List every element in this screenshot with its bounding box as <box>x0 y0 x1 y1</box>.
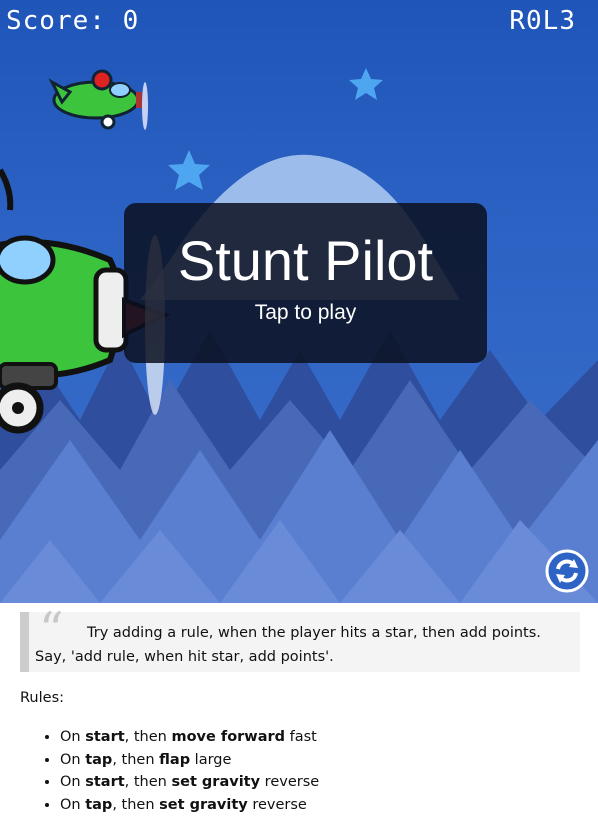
rule-item: On start, then move forward fast <box>60 726 319 749</box>
level-indicator: R0L3 <box>509 6 576 36</box>
rule-item: On tap, then flap large <box>60 749 319 772</box>
refresh-button[interactable] <box>545 549 589 593</box>
game-title: Stunt Pilot <box>124 229 487 293</box>
tap-to-play-text[interactable]: Tap to play <box>124 301 487 325</box>
start-overlay[interactable]: Stunt Pilot Tap to play <box>124 203 487 363</box>
hint-quote: “ Try adding a rule, when the player hit… <box>20 612 580 672</box>
rules-heading: Rules: <box>20 690 64 706</box>
rules-list: On start, then move forward fast On tap,… <box>40 726 319 816</box>
refresh-icon <box>545 549 589 593</box>
game-canvas[interactable]: Score: 0 R0L3 Stunt Pilot Tap to play <box>0 0 598 603</box>
score-display: Score: 0 <box>6 6 139 36</box>
rule-item: On tap, then set gravity reverse <box>60 794 319 816</box>
score-label: Score: <box>6 6 106 36</box>
score-value: 0 <box>123 6 140 36</box>
star <box>349 68 383 100</box>
hint-text: Try adding a rule, when the player hits … <box>35 621 575 669</box>
star <box>168 150 210 190</box>
player-plane <box>52 71 148 130</box>
rule-item: On start, then set gravity reverse <box>60 771 319 794</box>
